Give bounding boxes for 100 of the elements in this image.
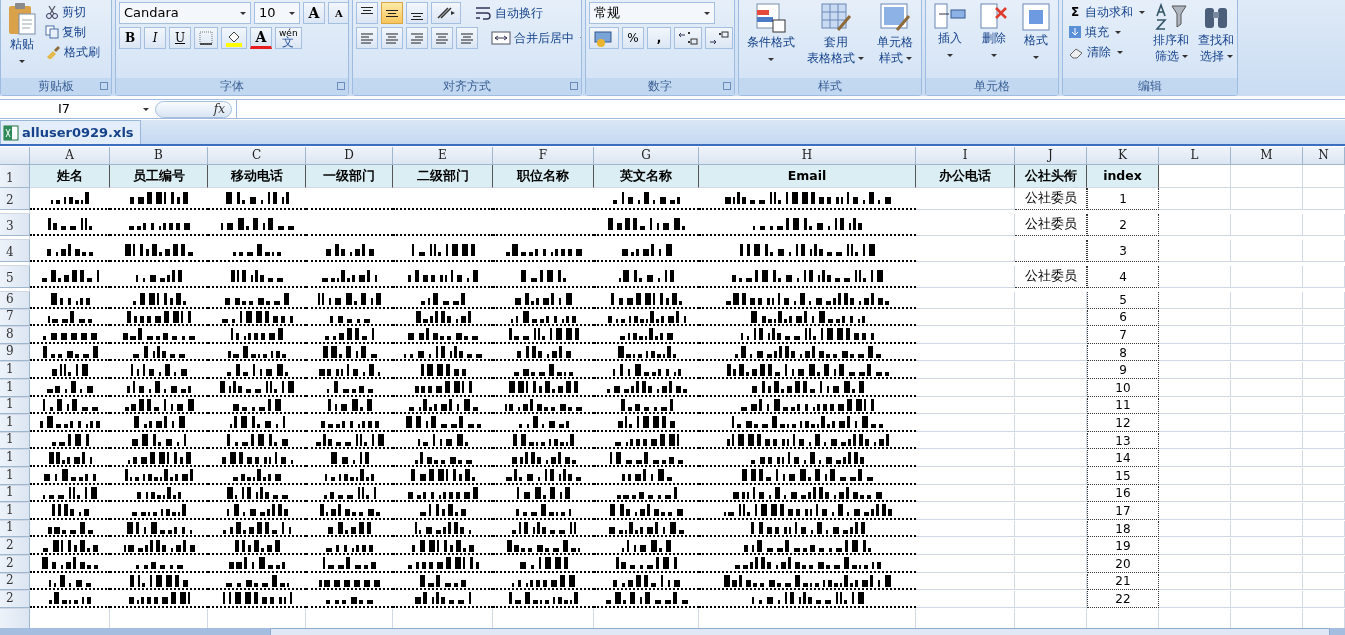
italic-button[interactable]: I	[144, 27, 166, 49]
column-header[interactable]: N	[1303, 147, 1345, 165]
ribbon-button[interactable]: 单元格 样式	[874, 2, 917, 66]
table-cell: 17	[1087, 503, 1159, 520]
row-header[interactable]: 2	[0, 591, 30, 608]
column-title: Email	[699, 165, 916, 188]
column-header[interactable]: L	[1159, 147, 1231, 165]
group-label: 编辑	[1063, 78, 1237, 95]
group-label: 对齐方式	[353, 78, 581, 95]
toolbar-button[interactable]: 格式刷	[43, 42, 102, 62]
toolbar-button[interactable]: 合并后居中	[489, 28, 581, 48]
table-cell: 9	[1087, 362, 1159, 379]
table-cell: 18	[1087, 520, 1159, 538]
ribbon-button[interactable]: 查找和 选择	[1195, 2, 1237, 64]
phonetic-button[interactable]: wén 文	[275, 27, 302, 49]
workbook-tab[interactable]: alluser0929.xls	[0, 120, 141, 144]
row-header[interactable]: 8	[0, 327, 30, 344]
name-box[interactable]: I7	[0, 100, 155, 118]
paste-button[interactable]: 粘贴	[4, 2, 40, 63]
table-cell: 14	[1087, 450, 1159, 467]
row-header[interactable]: 4	[0, 240, 30, 262]
column-title: 一级部门	[306, 165, 393, 188]
column-header[interactable]: D	[306, 147, 393, 165]
row-header[interactable]: 2	[0, 188, 30, 211]
ribbon-button[interactable]: 插入	[930, 2, 971, 57]
percent-button[interactable]: %	[622, 27, 644, 49]
grow-font-button[interactable]: A	[303, 2, 325, 24]
table-cell: 2	[1087, 214, 1159, 237]
toolbar-button[interactable]: 填充	[1066, 22, 1147, 42]
column-header[interactable]: I	[916, 147, 1015, 165]
column-title: index	[1087, 165, 1159, 188]
row-header[interactable]: 1	[0, 415, 30, 432]
column-title: 英文名称	[594, 165, 699, 188]
number-format-field[interactable]: 常规	[589, 2, 715, 24]
font-name-field[interactable]: Candara	[119, 2, 251, 24]
toolbar-button[interactable]: 自动换行	[472, 3, 545, 23]
group-label: 字体	[116, 78, 348, 95]
toolbar-button[interactable]: 清除	[1066, 42, 1147, 62]
font-size-field[interactable]: 10	[254, 2, 300, 24]
function-button[interactable]: fx	[155, 100, 232, 118]
table-cell: 13	[1087, 432, 1159, 450]
table-cell: 公社委员	[1015, 188, 1087, 211]
table-cell: 8	[1087, 344, 1159, 362]
column-header[interactable]: J	[1015, 147, 1087, 165]
column-title: 移动电话	[208, 165, 306, 188]
column-header[interactable]: B	[110, 147, 208, 165]
table-cell: 11	[1087, 397, 1159, 415]
bold-button[interactable]: B	[119, 27, 141, 49]
column-title: 二级部门	[393, 165, 493, 188]
table-cell: 19	[1087, 538, 1159, 555]
ribbon-button[interactable]: 条件格式	[743, 2, 798, 61]
table-cell: 21	[1087, 573, 1159, 591]
column-header[interactable]: G	[594, 147, 699, 165]
column-header[interactable]: F	[493, 147, 594, 165]
column-header[interactable]: C	[208, 147, 306, 165]
table-cell: 7	[1087, 327, 1159, 344]
column-header[interactable]: M	[1231, 147, 1303, 165]
row-header[interactable]: 1	[0, 362, 30, 379]
row-header[interactable]: 5	[0, 266, 30, 289]
column-title: 职位名称	[493, 165, 594, 188]
table-cell: 15	[1087, 467, 1159, 485]
column-title: 姓名	[30, 165, 110, 188]
table-cell: 6	[1087, 309, 1159, 327]
ribbon-button[interactable]: 删除	[976, 2, 1012, 57]
underline-button[interactable]: U	[169, 27, 191, 49]
shrink-font-button[interactable]: A	[328, 2, 348, 24]
group-label: 单元格	[926, 78, 1058, 95]
toolbar-button[interactable]: 剪切	[43, 2, 102, 22]
group-label: 数字	[586, 78, 734, 95]
column-title: 员工编号	[110, 165, 208, 188]
row-header[interactable]: 2	[0, 538, 30, 555]
row-header[interactable]: 1	[0, 503, 30, 520]
table-cell: 20	[1087, 555, 1159, 573]
column-header[interactable]: H	[699, 147, 916, 165]
row-header[interactable]: 1	[0, 450, 30, 467]
table-cell: 12	[1087, 415, 1159, 432]
table-cell: 4	[1087, 266, 1159, 289]
table-cell: 3	[1087, 240, 1159, 262]
column-title: 公社头衔	[1015, 165, 1087, 188]
table-cell: 公社委员	[1015, 214, 1087, 237]
row-header[interactable]: 1	[0, 165, 30, 188]
column-title: 办公电话	[916, 165, 1015, 188]
column-header[interactable]: E	[393, 147, 493, 165]
sigma-icon: Σ	[1068, 3, 1082, 21]
table-cell: 22	[1087, 591, 1159, 608]
table-cell: 5	[1087, 292, 1159, 309]
table-cell: 1	[1087, 188, 1159, 211]
row-header[interactable]: 6	[0, 292, 30, 309]
row-header[interactable]: 3	[0, 214, 30, 237]
ribbon-button[interactable]: 格式	[1017, 2, 1054, 59]
toolbar-button[interactable]: 复制	[43, 22, 102, 42]
table-cell: 10	[1087, 379, 1159, 397]
comma-button[interactable]: ,	[647, 27, 671, 49]
ribbon-button[interactable]: 排序和 筛选	[1150, 2, 1192, 64]
ribbon-button[interactable]: 套用 表格格式	[804, 2, 868, 66]
font-color-button[interactable]: A	[250, 27, 272, 49]
column-header[interactable]: K	[1087, 147, 1159, 165]
column-header[interactable]: A	[30, 147, 110, 165]
autosum-button[interactable]: Σ 自动求和	[1066, 2, 1147, 22]
group-label: 样式	[739, 78, 921, 95]
